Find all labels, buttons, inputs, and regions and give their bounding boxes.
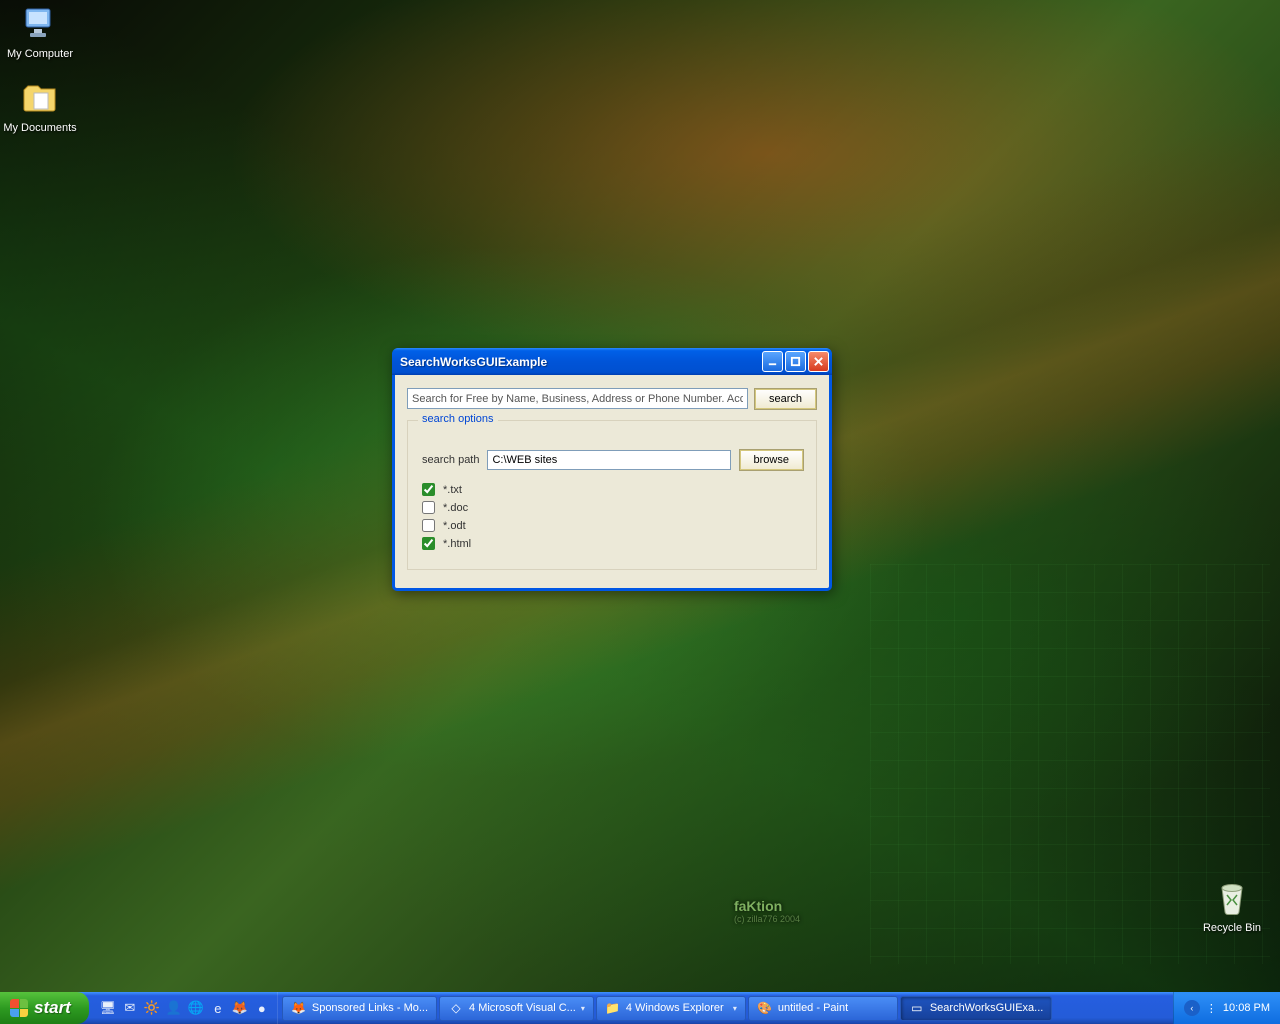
filetype-checkbox-doc[interactable] — [422, 501, 435, 514]
window-body: search search options search path browse… — [395, 375, 829, 588]
taskbar-item[interactable]: ◇ 4 Microsoft Visual C... ▾ — [439, 996, 594, 1021]
taskbar-item[interactable]: 📁 4 Windows Explorer ▾ — [596, 996, 746, 1021]
wallpaper-credit: faKtion (c) zilla776 2004 — [734, 898, 800, 924]
ql-icon[interactable]: 👤 — [165, 999, 183, 1017]
filetype-row: *.doc — [422, 501, 802, 514]
start-label: start — [34, 998, 71, 1018]
ql-icon[interactable]: 🖥 — [99, 999, 117, 1017]
task-app-icon: ▭ — [909, 1000, 925, 1016]
tray-expand-icon[interactable]: ‹ — [1184, 1000, 1200, 1016]
tray-icon[interactable]: ⋮ — [1206, 1002, 1217, 1015]
system-tray: ‹ ⋮ 10:08 PM — [1173, 992, 1280, 1024]
filetype-checkbox-odt[interactable] — [422, 519, 435, 532]
computer-icon — [20, 4, 60, 44]
task-label: untitled - Paint — [778, 1002, 848, 1014]
ql-icon[interactable]: 🦊 — [231, 999, 249, 1017]
filetype-checkbox-html[interactable] — [422, 537, 435, 550]
taskbar: start 🖥 ✉ 🔆 👤 🌐 e 🦊 ● 🦊 Sponsored Links -… — [0, 992, 1280, 1024]
taskbar-item[interactable]: ▭ SearchWorksGUIExa... — [900, 996, 1053, 1021]
ql-icon[interactable]: e — [209, 999, 227, 1017]
filetype-label: *.txt — [443, 484, 462, 496]
filetype-label: *.odt — [443, 520, 466, 532]
desktop-icon-my-documents[interactable]: My Documents — [0, 78, 80, 134]
task-label: 4 Microsoft Visual C... — [469, 1002, 576, 1014]
options-legend: search options — [418, 413, 498, 425]
task-app-icon: 🦊 — [291, 1000, 307, 1016]
search-input[interactable] — [407, 388, 748, 409]
task-app-icon: 🎨 — [757, 1000, 773, 1016]
window-title: SearchWorksGUIExample — [400, 355, 760, 369]
folder-documents-icon — [20, 78, 60, 118]
filetype-row: *.txt — [422, 483, 802, 496]
task-label: SearchWorksGUIExa... — [930, 1002, 1044, 1014]
taskbar-clock: 10:08 PM — [1223, 1002, 1270, 1014]
quick-launch: 🖥 ✉ 🔆 👤 🌐 e 🦊 ● — [93, 992, 278, 1024]
desktop-icon-label: My Computer — [0, 48, 80, 60]
titlebar[interactable]: SearchWorksGUIExample — [392, 348, 832, 375]
task-app-icon: ◇ — [448, 1000, 464, 1016]
filetype-row: *.odt — [422, 519, 802, 532]
taskbar-items: 🦊 Sponsored Links - Mo... ◇ 4 Microsoft Vis… — [278, 992, 1173, 1024]
desktop-icon-label: My Documents — [0, 122, 80, 134]
search-path-input[interactable] — [487, 450, 730, 470]
recycle-bin-icon — [1212, 878, 1252, 918]
task-label: Sponsored Links - Mo... — [312, 1002, 428, 1014]
start-button[interactable]: start — [0, 992, 89, 1024]
filetype-row: *.html — [422, 537, 802, 550]
close-button[interactable] — [808, 351, 829, 372]
taskbar-item[interactable]: 🦊 Sponsored Links - Mo... — [282, 996, 437, 1021]
minimize-button[interactable] — [762, 351, 783, 372]
app-window: SearchWorksGUIExample search search opti… — [392, 348, 832, 591]
task-label: 4 Windows Explorer — [626, 1002, 724, 1014]
windows-logo-icon — [10, 999, 28, 1017]
desktop-icon-recycle-bin[interactable]: Recycle Bin — [1192, 878, 1272, 934]
filetype-label: *.html — [443, 538, 471, 550]
chevron-down-icon: ▾ — [733, 1004, 737, 1013]
ql-icon[interactable]: ● — [253, 999, 271, 1017]
desktop-icon-my-computer[interactable]: My Computer — [0, 4, 80, 60]
filetype-label: *.doc — [443, 502, 468, 514]
ql-icon[interactable]: 🔆 — [143, 999, 161, 1017]
ql-icon[interactable]: 🌐 — [187, 999, 205, 1017]
search-button[interactable]: search — [754, 388, 817, 410]
search-path-label: search path — [422, 454, 479, 466]
chevron-down-icon: ▾ — [581, 1004, 585, 1013]
task-app-icon: 📁 — [605, 1000, 621, 1016]
maximize-button[interactable] — [785, 351, 806, 372]
search-options-group: search options search path browse *.txt … — [407, 420, 817, 570]
ql-icon[interactable]: ✉ — [121, 999, 139, 1017]
filetype-checkbox-txt[interactable] — [422, 483, 435, 496]
desktop-icon-label: Recycle Bin — [1192, 922, 1272, 934]
browse-button[interactable]: browse — [739, 449, 804, 471]
taskbar-item[interactable]: 🎨 untitled - Paint — [748, 996, 898, 1021]
